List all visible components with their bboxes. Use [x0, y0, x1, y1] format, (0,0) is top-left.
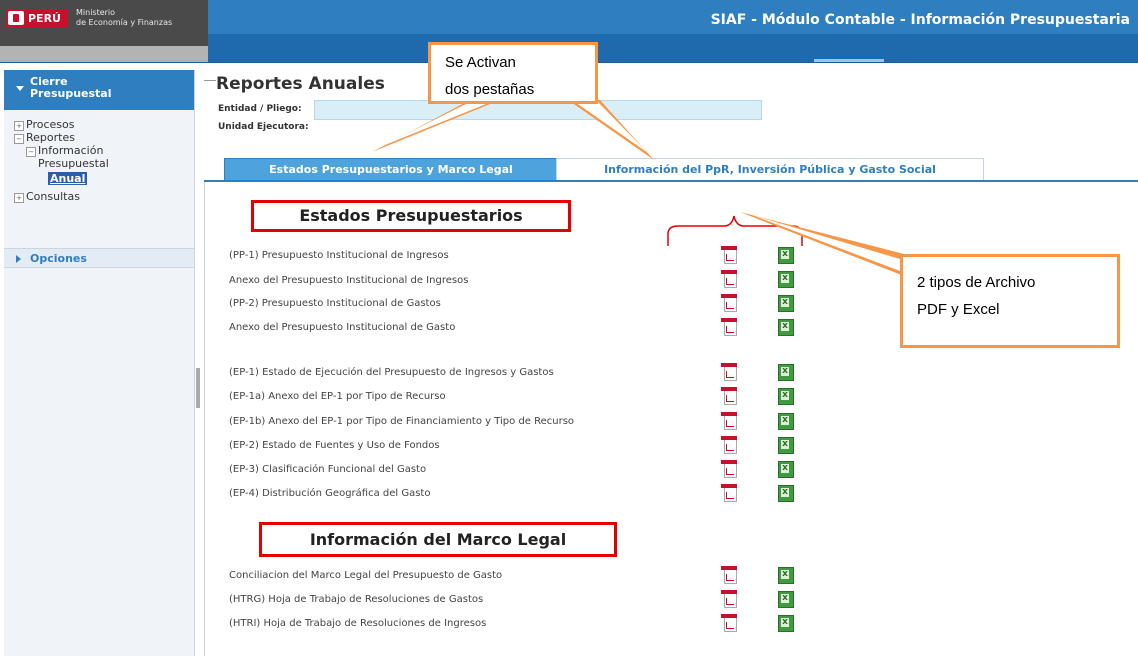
report-ep1: (EP-1) Estado de Ejecución del Presupues… — [229, 367, 554, 378]
tree-label-reportes: Reportes — [26, 131, 75, 144]
report-ep4: (EP-4) Distribución Geográfica del Gasto — [229, 488, 431, 499]
excel-file-icon[interactable]: x — [777, 590, 794, 608]
logo-strip — [0, 46, 208, 62]
expand-icon[interactable]: + — [14, 193, 24, 203]
excel-file-icon[interactable]: x — [777, 460, 794, 478]
report-anexo-ingresos: Anexo del Presupuesto Institucional de I… — [229, 275, 469, 286]
callout-files-line1: 2 tipos de Archivo — [917, 274, 1036, 291]
callout-files-line2: PDF y Excel — [917, 301, 1000, 318]
section-title-marco-legal: Información del Marco Legal — [259, 522, 617, 557]
logo-block: PERÚ Ministerio de Economía y Finanzas — [0, 0, 208, 46]
pdf-file-icon[interactable] — [721, 460, 737, 478]
tab-bar: Estados Presupuestarios y Marco Legal In… — [204, 154, 1138, 182]
pdf-file-icon[interactable] — [721, 270, 737, 288]
report-htri: (HTRI) Hoja de Trabajo de Resoluciones d… — [229, 618, 487, 629]
pdf-file-icon[interactable] — [721, 484, 737, 502]
excel-file-icon[interactable]: x — [777, 412, 794, 430]
pdf-file-icon[interactable] — [721, 590, 737, 608]
sidebar-tree: + Procesos − Reportes − Información Presupu… — [4, 110, 194, 203]
pdf-file-icon[interactable] — [721, 614, 737, 632]
excel-file-icon[interactable]: x — [777, 614, 794, 632]
peru-logo: PERÚ — [6, 9, 68, 27]
entidad-label: Entidad / Pliego: — [218, 104, 302, 114]
excel-file-icon[interactable]: x — [777, 246, 794, 264]
page-title: Reportes Anuales — [216, 74, 385, 94]
pdf-file-icon[interactable] — [721, 566, 737, 584]
chevron-down-icon — [16, 86, 24, 91]
pdf-file-icon[interactable] — [721, 294, 737, 312]
excel-file-icon[interactable]: x — [777, 436, 794, 454]
excel-file-icon[interactable]: x — [777, 318, 794, 336]
report-conciliacion: Conciliacion del Marco Legal del Presupu… — [229, 570, 503, 581]
report-anexo-gasto: Anexo del Presupuesto Institucional de G… — [229, 322, 456, 333]
report-ep3: (EP-3) Clasificación Funcional del Gasto — [229, 464, 427, 475]
tree-item-informacion[interactable]: − Información — [4, 144, 194, 157]
excel-file-icon[interactable]: x — [777, 294, 794, 312]
tree-label-info1: Información — [38, 144, 104, 157]
tree-label-anual[interactable]: Anual — [48, 172, 88, 185]
tab-informacion-ppr[interactable]: Información del PpR, Inversión Pública y… — [556, 158, 984, 180]
tree-item-procesos[interactable]: + Procesos — [4, 118, 194, 131]
ministry-name: Ministerio de Economía y Finanzas — [76, 8, 172, 28]
excel-file-icon[interactable]: x — [777, 363, 794, 381]
sidebar-section-cierre[interactable]: Cierre Presupuestal — [4, 70, 194, 110]
sidebar-section-opciones[interactable]: Opciones — [4, 248, 194, 268]
main-content: Reportes Anuales Entidad / Pliego: Unida… — [204, 70, 1138, 656]
subbar-notch — [814, 59, 884, 62]
pdf-file-icon[interactable] — [721, 412, 737, 430]
header-subbar — [208, 34, 1138, 62]
ministry-line2: de Economía y Finanzas — [76, 18, 173, 27]
tree-label-consultas: Consultas — [26, 190, 80, 203]
collapse-icon[interactable]: − — [26, 147, 36, 157]
callout-file-types: 2 tipos de Archivo PDF y Excel — [900, 254, 1120, 348]
sidebar-section-line2: Presupuestal — [30, 87, 112, 100]
ministry-line1: Ministerio — [76, 8, 116, 17]
tree-item-reportes[interactable]: − Reportes — [4, 131, 194, 144]
tree-item-anual[interactable]: Anual — [4, 172, 194, 185]
title-rule — [204, 80, 216, 81]
sidebar-splitter[interactable] — [196, 368, 200, 408]
excel-file-icon[interactable]: x — [777, 566, 794, 584]
excel-file-icon[interactable]: x — [777, 270, 794, 288]
chevron-right-icon — [16, 255, 21, 263]
report-ep1b: (EP-1b) Anexo del EP-1 por Tipo de Finan… — [229, 416, 575, 427]
callout-tabs-line2: dos pestañas — [445, 81, 535, 98]
report-htrg: (HTRG) Hoja de Trabajo de Resoluciones d… — [229, 594, 484, 605]
report-pp1: (PP-1) Presupuesto Institucional de Ingr… — [229, 250, 449, 261]
pdf-file-icon[interactable] — [721, 363, 737, 381]
pdf-file-icon[interactable] — [721, 436, 737, 454]
collapse-icon[interactable]: − — [14, 134, 24, 144]
report-ep2: (EP-2) Estado de Fuentes y Uso de Fondos — [229, 440, 440, 451]
excel-file-icon[interactable]: x — [777, 484, 794, 502]
tree-item-consultas[interactable]: + Consultas — [4, 190, 194, 203]
app-title: SIAF - Módulo Contable - Información Pre… — [710, 12, 1130, 28]
expand-icon[interactable]: + — [14, 121, 24, 131]
excel-file-icon[interactable]: x — [777, 387, 794, 405]
tab-estados-presupuestarios[interactable]: Estados Presupuestarios y Marco Legal — [224, 158, 558, 180]
callout-tabs: Se Activan dos pestañas — [428, 42, 598, 104]
pdf-file-icon[interactable] — [721, 318, 737, 336]
country-label: PERÚ — [28, 11, 61, 25]
shield-icon — [8, 11, 24, 25]
opciones-label: Opciones — [30, 252, 87, 265]
tree-label-procesos: Procesos — [26, 118, 75, 131]
callout-tabs-line1: Se Activan — [445, 54, 516, 71]
pdf-file-icon[interactable] — [721, 387, 737, 405]
report-pp2: (PP-2) Presupuesto Institucional de Gast… — [229, 298, 441, 309]
sidebar: Cierre Presupuestal + Procesos − Reportes … — [4, 70, 195, 656]
pdf-file-icon[interactable] — [721, 246, 737, 264]
section-title-estados: Estados Presupuestarios — [251, 200, 571, 232]
report-ep1a: (EP-1a) Anexo del EP-1 por Tipo de Recur… — [229, 391, 446, 402]
tree-label-info2: Presupuestal — [38, 157, 109, 170]
unidad-label: Unidad Ejecutora: — [218, 122, 309, 132]
